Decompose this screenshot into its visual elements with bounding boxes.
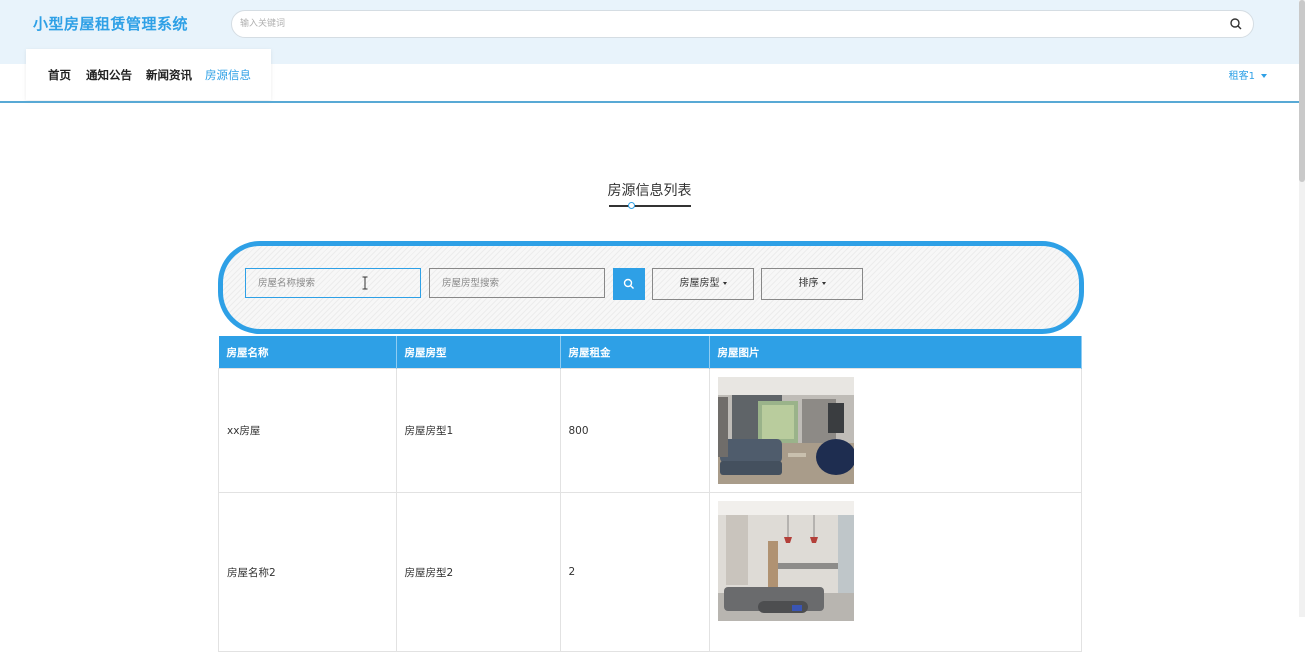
cell-rent: 2 <box>559 492 710 652</box>
search-button[interactable] <box>613 268 645 300</box>
sort-dropdown[interactable]: 排序 <box>761 268 863 300</box>
title-underline <box>609 205 691 207</box>
title-dot <box>628 202 635 209</box>
site-logo[interactable]: 小型房屋租赁管理系统 <box>33 13 188 34</box>
table-header-row: 房屋名称 房屋房型 房屋租金 房屋图片 <box>218 336 1082 369</box>
text-cursor-icon <box>362 276 368 290</box>
column-header-name: 房屋名称 <box>218 336 397 369</box>
cell-type: 房屋房型2 <box>395 492 561 652</box>
house-type-dropdown[interactable]: 房屋房型 <box>652 268 754 300</box>
house-photo[interactable] <box>717 501 854 621</box>
user-name: 租客1 <box>1228 71 1255 82</box>
scrollbar[interactable] <box>1299 0 1305 617</box>
nav-item-home[interactable]: 首页 <box>48 67 71 83</box>
main-nav: 首页 通知公告 新闻资讯 房源信息 <box>26 49 271 100</box>
cell-image <box>708 368 1082 493</box>
column-header-type: 房屋房型 <box>396 336 561 369</box>
global-search-input[interactable] <box>238 14 1222 34</box>
caret-down-icon <box>1261 74 1267 78</box>
nav-item-listings[interactable]: 房源信息 <box>205 67 251 83</box>
cell-type: 房屋房型1 <box>395 368 561 493</box>
cell-rent: 800 <box>559 368 710 493</box>
nav-item-notices[interactable]: 通知公告 <box>86 67 132 83</box>
caret-down-icon <box>722 281 727 285</box>
listing-table: 房屋名称 房屋房型 房屋租金 房屋图片 xx房屋 房屋房型1 800 房屋名称2… <box>218 336 1082 652</box>
table-row[interactable]: xx房屋 房屋房型1 800 <box>218 368 1082 493</box>
table-row[interactable]: 房屋名称2 房屋房型2 2 <box>218 492 1082 652</box>
nav-item-news[interactable]: 新闻资讯 <box>146 67 192 83</box>
column-header-image: 房屋图片 <box>709 336 1082 369</box>
section-title: 房源信息列表 <box>607 183 692 199</box>
global-search <box>231 10 1254 38</box>
house-type-dropdown-label: 房屋房型 <box>679 278 720 289</box>
caret-down-icon <box>821 281 826 285</box>
search-icon[interactable] <box>1229 17 1243 31</box>
house-name-search-input[interactable] <box>245 268 421 298</box>
column-header-rent: 房屋租金 <box>560 336 710 369</box>
search-icon <box>623 278 634 289</box>
sort-dropdown-label: 排序 <box>798 278 819 289</box>
house-photo[interactable] <box>717 377 854 484</box>
cell-name[interactable]: 房屋名称2 <box>218 492 397 652</box>
house-type-search-input[interactable] <box>429 268 605 298</box>
scrollbar-thumb[interactable] <box>1299 0 1305 182</box>
cell-name[interactable]: xx房屋 <box>218 368 397 493</box>
user-menu[interactable]: 租客1 <box>1229 67 1267 82</box>
cell-image <box>708 492 1082 652</box>
nav-divider <box>0 101 1299 103</box>
